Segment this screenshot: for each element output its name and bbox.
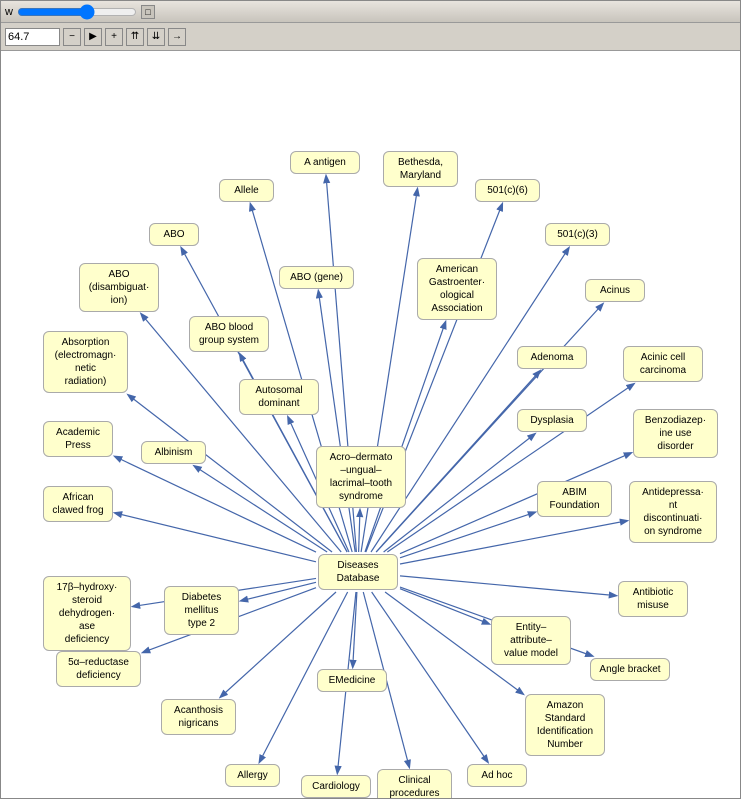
node-abo-disambig[interactable]: ABO (disambiguat· ion) xyxy=(79,263,159,312)
titlebar: w □ xyxy=(1,1,740,23)
node-acro-dermato[interactable]: Acro–dermato –ungual– lacrimal–tooth syn… xyxy=(316,446,406,508)
node-acinus[interactable]: Acinus xyxy=(585,279,645,302)
node-clinical-proc[interactable]: Clinical procedures xyxy=(377,769,452,798)
node-antidepressant[interactable]: Antidepressa· nt discontinuati· on syndr… xyxy=(629,481,717,543)
node-american-gastro[interactable]: American Gastroenter· ological Associati… xyxy=(417,258,497,320)
node-albinism[interactable]: Albinism xyxy=(141,441,206,464)
node-acinic-cell[interactable]: Acinic cell carcinoma xyxy=(623,346,703,382)
forward-btn[interactable]: → xyxy=(168,28,186,46)
node-allergy[interactable]: Allergy xyxy=(225,764,280,787)
zoom-out-btn[interactable]: − xyxy=(63,28,81,46)
toolbar: − ▶ + ⇈ ⇊ → xyxy=(1,23,740,51)
node-acanthosis[interactable]: Acanthosis nigricans xyxy=(161,699,236,735)
node-cardiology[interactable]: Cardiology xyxy=(301,775,371,798)
node-diabetes[interactable]: Diabetes mellitus type 2 xyxy=(164,586,239,635)
node-501c3[interactable]: 501(c)(3) xyxy=(545,223,610,246)
node-entity-attr[interactable]: Entity– attribute– value model xyxy=(491,616,571,665)
node-absorption[interactable]: Absorption (electromagn· netic radiation… xyxy=(43,331,128,393)
graph-area: Diseases Database A antigen Bethesda, Mary… xyxy=(1,51,740,798)
node-diseases-db[interactable]: Diseases Database xyxy=(318,554,398,590)
node-allele[interactable]: Allele xyxy=(219,179,274,202)
zoom-input[interactable] xyxy=(5,28,60,46)
node-african-clawed[interactable]: African clawed frog xyxy=(43,486,113,522)
node-17b-hydroxy[interactable]: 17β–hydroxy· steroid dehydrogen· ase def… xyxy=(43,576,131,651)
node-ad-hoc[interactable]: Ad hoc xyxy=(467,764,527,787)
node-autosomal[interactable]: Autosomal dominant xyxy=(239,379,319,415)
node-amazon-standard[interactable]: Amazon Standard Identification Number xyxy=(525,694,605,756)
play-btn[interactable]: ▶ xyxy=(84,28,102,46)
node-academic-press[interactable]: Academic Press xyxy=(43,421,113,457)
node-501c6[interactable]: 501(c)(6) xyxy=(475,179,540,202)
node-abo-blood[interactable]: ABO blood group system xyxy=(189,316,269,352)
titlebar-close-btn[interactable]: □ xyxy=(141,5,155,19)
node-a-antigen[interactable]: A antigen xyxy=(290,151,360,174)
node-abo-gene[interactable]: ABO (gene) xyxy=(279,266,354,289)
node-emedicine[interactable]: EMedicine xyxy=(317,669,387,692)
node-angle-bracket[interactable]: Angle bracket xyxy=(590,658,670,681)
node-dysplasia[interactable]: Dysplasia xyxy=(517,409,587,432)
zoom-in-btn[interactable]: + xyxy=(105,28,123,46)
node-antibiotic[interactable]: Antibiotic misuse xyxy=(618,581,688,617)
node-5a-reductase[interactable]: 5α–reductase deficiency xyxy=(56,651,141,687)
node-adenoma[interactable]: Adenoma xyxy=(517,346,587,369)
node-abim[interactable]: ABIM Foundation xyxy=(537,481,612,517)
node-abo[interactable]: ABO xyxy=(149,223,199,246)
down-fast-btn[interactable]: ⇊ xyxy=(147,28,165,46)
up-fast-btn[interactable]: ⇈ xyxy=(126,28,144,46)
node-benzodiazep[interactable]: Benzodiazep· ine use disorder xyxy=(633,409,718,458)
main-window: w □ − ▶ + ⇈ ⇊ → Diseases Database A antig… xyxy=(0,0,741,799)
titlebar-label: w xyxy=(5,6,13,18)
node-bethesda[interactable]: Bethesda, Maryland xyxy=(383,151,458,187)
titlebar-slider[interactable] xyxy=(17,7,137,17)
